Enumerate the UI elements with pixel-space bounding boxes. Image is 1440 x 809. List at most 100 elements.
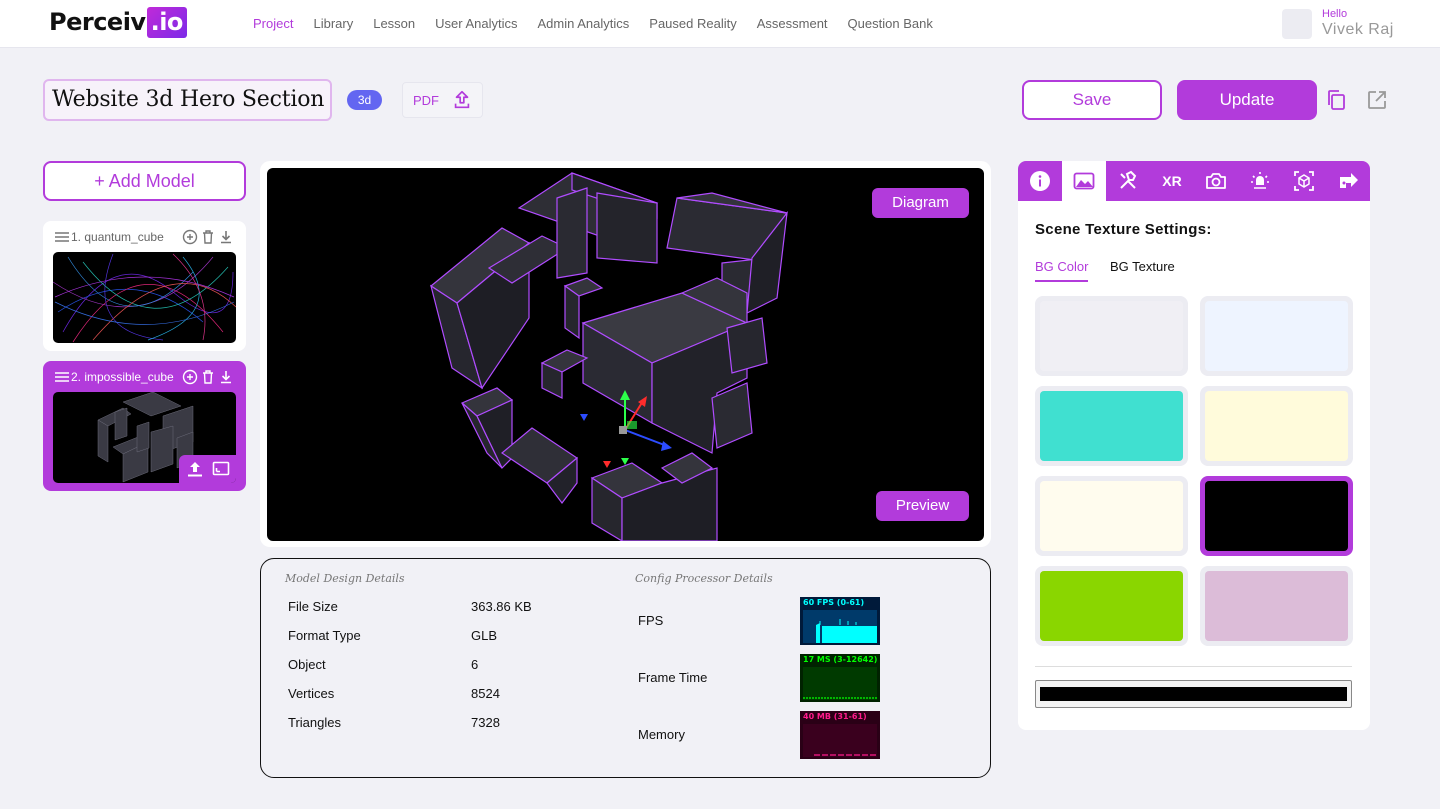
thumbnail-actions: [179, 455, 236, 483]
camera-icon: [1206, 173, 1226, 189]
model-card-actions: [180, 369, 234, 385]
memory-graph: 40 MB (31-61): [800, 711, 880, 759]
tab-info[interactable]: [1018, 161, 1062, 201]
upload-icon[interactable]: [186, 460, 204, 478]
tools-icon: [1120, 170, 1137, 189]
nav-link-question-bank[interactable]: Question Bank: [848, 16, 933, 31]
model-card-header: 1. quantum_cube: [55, 230, 164, 244]
custom-color-picker[interactable]: [1035, 680, 1352, 708]
update-button[interactable]: Update: [1177, 80, 1317, 120]
model-card-selected[interactable]: 2. impossible_cube: [43, 361, 246, 491]
color-swatch[interactable]: [1035, 476, 1188, 556]
model-card-label: 2. impossible_cube: [71, 370, 174, 384]
external-link-icon[interactable]: [1365, 88, 1389, 112]
tab-focus[interactable]: [1282, 161, 1326, 201]
tab-move[interactable]: [1326, 161, 1370, 201]
logo-suffix: .io: [146, 6, 187, 38]
detail-value: 8524: [471, 686, 500, 701]
detail-value: 7328: [471, 715, 500, 730]
model-thumbnail[interactable]: [53, 252, 236, 343]
model-card-header: 2. impossible_cube: [55, 370, 174, 384]
xr-tab-label: XR: [1162, 173, 1182, 189]
impossible-cube-render: [429, 172, 788, 541]
tab-lighting[interactable]: [1238, 161, 1282, 201]
settings-tabbar: XR: [1018, 161, 1370, 201]
nav-link-paused-reality[interactable]: Paused Reality: [649, 16, 736, 31]
detail-label: File Size: [288, 599, 338, 614]
download-icon[interactable]: [218, 229, 234, 245]
quantum-cube-preview: [53, 253, 236, 343]
config-details-title: Config Processor Details: [635, 572, 773, 585]
pdf-label: PDF: [413, 93, 439, 108]
download-icon[interactable]: [218, 369, 234, 385]
detail-value: 363.86 KB: [471, 599, 532, 614]
pdf-upload-control[interactable]: PDF: [402, 82, 483, 118]
copy-icon[interactable]: [1324, 88, 1348, 112]
info-icon: [1030, 171, 1050, 191]
color-swatch[interactable]: [1200, 296, 1353, 376]
project-title-input[interactable]: Website 3d Hero Section: [43, 79, 332, 121]
save-button[interactable]: Save: [1022, 80, 1162, 120]
greeting: Hello: [1322, 8, 1348, 20]
user-name[interactable]: Vivek Raj: [1322, 21, 1394, 39]
move-icon: [1340, 173, 1358, 188]
model-thumbnail[interactable]: [53, 392, 236, 483]
subtab-bg-color[interactable]: BG Color: [1035, 259, 1089, 282]
nav-link-user-analytics[interactable]: User Analytics: [435, 16, 517, 31]
tab-camera[interactable]: [1194, 161, 1238, 201]
focus-icon: [1294, 171, 1314, 191]
nav-link-project[interactable]: Project: [253, 16, 293, 31]
model-card-label: 1. quantum_cube: [71, 230, 164, 244]
drag-handle-icon[interactable]: [55, 372, 69, 382]
fullscreen-icon[interactable]: [212, 460, 230, 478]
delete-icon[interactable]: [200, 369, 216, 385]
app-logo[interactable]: Perceiv .io: [49, 6, 187, 38]
diagram-button[interactable]: Diagram: [872, 188, 969, 218]
delete-icon[interactable]: [200, 229, 216, 245]
config-label: Frame Time: [638, 670, 708, 685]
add-circle-icon[interactable]: [182, 369, 198, 385]
model-details-title: Model Design Details: [285, 572, 405, 585]
color-swatch[interactable]: [1035, 386, 1188, 466]
type-badge: 3d: [347, 90, 382, 110]
config-label: FPS: [638, 613, 664, 628]
tab-tools[interactable]: [1106, 161, 1150, 201]
frame-time-graph: 17 MS (3-12642): [800, 654, 880, 702]
tab-xr[interactable]: XR: [1150, 161, 1194, 201]
detail-label: Object: [288, 657, 326, 672]
detail-value: GLB: [471, 628, 498, 643]
color-swatch[interactable]: [1200, 566, 1353, 646]
upload-icon[interactable]: [451, 89, 473, 111]
top-navbar: Perceiv .io Project Library Lesson User A…: [0, 0, 1440, 48]
3d-viewport[interactable]: [267, 168, 984, 541]
detail-label: Format Type: [288, 628, 361, 643]
color-swatch[interactable]: [1035, 296, 1188, 376]
model-card[interactable]: 1. quantum_cube: [43, 221, 246, 351]
detail-label: Vertices: [288, 686, 335, 701]
color-swatch[interactable]: [1035, 566, 1188, 646]
details-panel: Model Design Details Config Processor De…: [260, 558, 991, 778]
nav-link-assessment[interactable]: Assessment: [757, 16, 828, 31]
scene-texture-panel: Scene Texture Settings: BG Color BG Text…: [1018, 201, 1370, 730]
color-swatch-selected[interactable]: [1200, 476, 1353, 556]
drag-handle-icon[interactable]: [55, 232, 69, 242]
color-swatch[interactable]: [1200, 386, 1353, 466]
add-circle-icon[interactable]: [182, 229, 198, 245]
subtab-bg-texture[interactable]: BG Texture: [1110, 259, 1175, 274]
nav-links: Project Library Lesson User Analytics Ad…: [253, 16, 953, 31]
panel-title: Scene Texture Settings:: [1035, 221, 1212, 238]
nav-link-lesson[interactable]: Lesson: [373, 16, 415, 31]
add-model-button[interactable]: + Add Model: [43, 161, 246, 201]
tab-scene-texture[interactable]: [1062, 161, 1106, 201]
image-icon: [1073, 172, 1095, 190]
divider: [1035, 666, 1352, 667]
current-color-preview: [1040, 687, 1347, 701]
nav-link-admin-analytics[interactable]: Admin Analytics: [538, 16, 630, 31]
avatar[interactable]: [1282, 9, 1312, 39]
preview-button[interactable]: Preview: [876, 491, 969, 521]
config-label: Memory: [638, 727, 685, 742]
logo-text: Perceiv: [49, 8, 146, 36]
nav-link-library[interactable]: Library: [313, 16, 353, 31]
model-card-actions: [180, 229, 234, 245]
detail-label: Triangles: [288, 715, 341, 730]
